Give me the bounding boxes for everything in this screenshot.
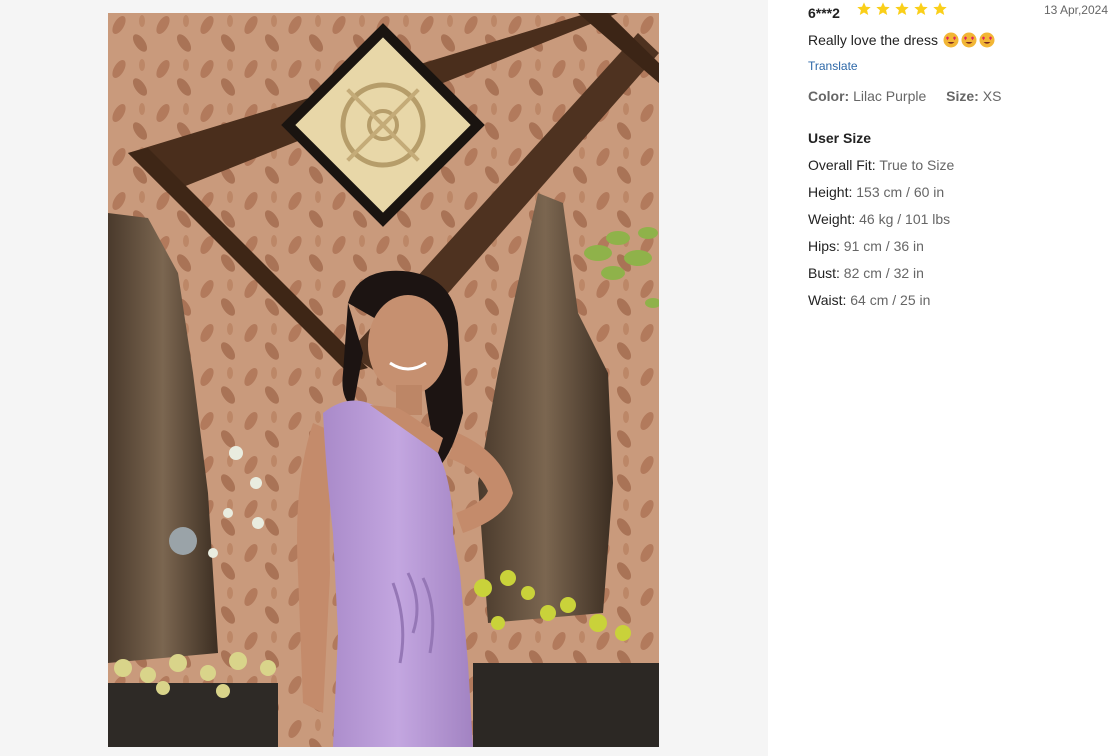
- color-label: Color:: [808, 88, 850, 104]
- size-item-overall-fit: Overall Fit: True to Size: [808, 157, 954, 184]
- size-item-bust: Bust: 82 cm / 32 in: [808, 265, 954, 292]
- size-item-weight: Weight: 46 kg / 101 lbs: [808, 211, 954, 238]
- customer-review-photo[interactable]: [108, 13, 659, 747]
- star-icon: [932, 1, 948, 17]
- heart-eyes-emoji-icon: [961, 32, 977, 48]
- translate-link[interactable]: Translate: [808, 59, 858, 73]
- user-size-title: User Size: [808, 130, 872, 146]
- size-item-value: 91 cm / 36 in: [843, 238, 924, 254]
- size-value: XS: [982, 88, 1002, 104]
- heart-eyes-emoji-icon: [943, 32, 959, 48]
- size-item-value: 64 cm / 25 in: [850, 292, 931, 308]
- star-icon: [894, 1, 910, 17]
- size-item-label: Height:: [808, 184, 853, 200]
- emoji-group: [943, 32, 995, 48]
- review-panel: 6***2 13 Apr,2024 Really love the dress: [808, 0, 1113, 756]
- user-size-list: Overall Fit: True to Size Height: 153 cm…: [808, 157, 954, 319]
- image-viewer: [0, 0, 768, 756]
- size-item-value: 82 cm / 32 in: [843, 265, 924, 281]
- heart-eyes-emoji-icon: [979, 32, 995, 48]
- review-text: Really love the dress: [808, 32, 938, 48]
- star-icon: [856, 1, 872, 17]
- size-item-label: Overall Fit:: [808, 157, 876, 173]
- size-item-label: Hips:: [808, 238, 840, 254]
- size-item-label: Weight:: [808, 211, 856, 227]
- review-text-row: Really love the dress: [808, 32, 995, 48]
- size-item-label: Bust:: [808, 265, 840, 281]
- review-date: 13 Apr,2024: [1043, 3, 1108, 17]
- star-icon: [913, 1, 929, 17]
- purchase-attributes: Color: Lilac Purple Size: XS: [808, 88, 1001, 104]
- size-label: Size:: [946, 88, 979, 104]
- color-value: Lilac Purple: [853, 88, 927, 104]
- size-item-hips: Hips: 91 cm / 36 in: [808, 238, 954, 265]
- size-item-label: Waist:: [808, 292, 847, 308]
- star-icon: [875, 1, 891, 17]
- size-item-height: Height: 153 cm / 60 in: [808, 184, 954, 211]
- size-item-value: 153 cm / 60 in: [856, 184, 945, 200]
- size-item-value: True to Size: [879, 157, 955, 173]
- review-detail-view: 6***2 13 Apr,2024 Really love the dress: [0, 0, 1113, 756]
- star-rating: [856, 1, 948, 17]
- size-item-value: 46 kg / 101 lbs: [859, 211, 951, 227]
- size-item-waist: Waist: 64 cm / 25 in: [808, 292, 954, 319]
- reviewer-name: 6***2: [808, 5, 840, 21]
